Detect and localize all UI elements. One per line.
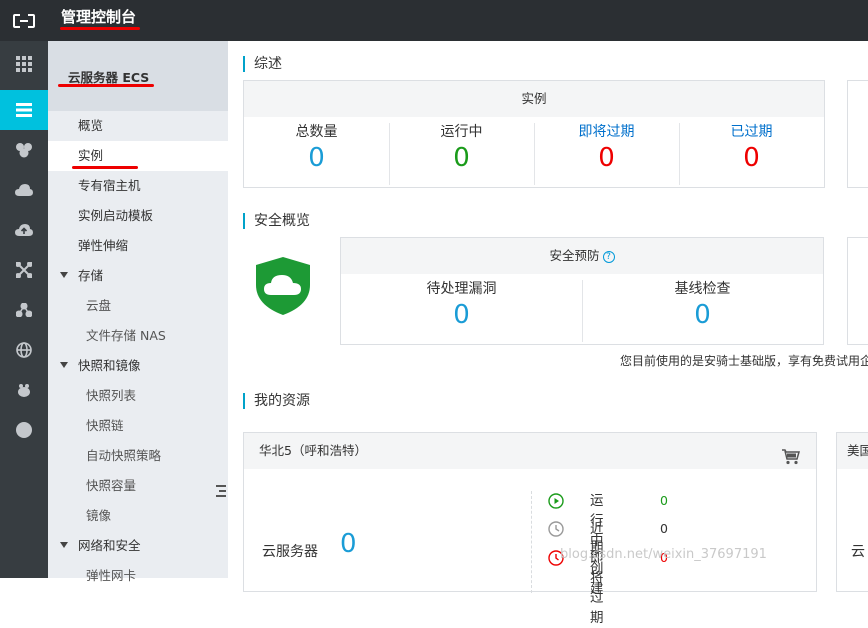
annotation-underline	[60, 27, 140, 30]
clock-icon	[548, 521, 564, 543]
stat-baseline-check[interactable]: 基线检查 0	[582, 274, 823, 342]
second-region-card: 美国 云	[836, 432, 868, 592]
globe-icon[interactable]	[0, 330, 48, 370]
nav-item-nas[interactable]: 文件存储 NAS	[48, 321, 228, 351]
cloud-gear-icon[interactable]	[0, 170, 48, 210]
watermark: blog.csdn.net/weixin_37697191	[560, 547, 767, 562]
nodes-icon[interactable]	[0, 290, 48, 330]
nav-group-storage[interactable]: 存储	[48, 261, 228, 291]
caret-down-icon	[60, 542, 68, 548]
nav-item-snapshot-chain[interactable]: 快照链	[48, 411, 228, 441]
cluster-icon[interactable]	[0, 130, 48, 170]
nav-group-network-security[interactable]: 网络和安全	[48, 531, 228, 561]
main-content: 综述 实例 总数量 0 运行中 0 即将过期 0 已过期 0 安全概览 安全预防…	[228, 41, 868, 626]
cloud-upload-icon[interactable]	[0, 210, 48, 250]
network-icon[interactable]	[0, 250, 48, 290]
server-label: 云服务器	[262, 544, 318, 560]
ecs-side-nav: 云服务器 ECS 概览 实例 专有宿主机 实例启动模板 弹性伸缩 存储 云盘 文…	[48, 41, 228, 583]
circle-icon[interactable]	[0, 410, 48, 450]
collapse-nav-toggle[interactable]	[213, 468, 229, 514]
caret-down-icon	[60, 272, 68, 278]
caret-down-icon	[60, 362, 68, 368]
stat-total[interactable]: 总数量 0	[244, 117, 389, 185]
section-title-overview: 综述	[243, 56, 282, 72]
product-icon-rail	[0, 41, 48, 578]
bug-icon[interactable]	[0, 370, 48, 410]
play-circle-icon	[548, 493, 564, 515]
shield-cloud-icon	[254, 255, 312, 321]
help-icon[interactable]: ?	[602, 251, 615, 263]
nav-item-dedicated-hosts[interactable]: 专有宿主机	[48, 171, 228, 201]
partial-card	[847, 80, 868, 188]
instance-summary-card: 实例 总数量 0 运行中 0 即将过期 0 已过期 0	[243, 80, 825, 188]
annotation-underline	[72, 166, 138, 169]
server-count[interactable]: 0	[340, 529, 357, 559]
stat-pending-vulns[interactable]: 待处理漏洞 0	[341, 274, 582, 342]
card-header: 安全预防?	[341, 238, 823, 274]
nav-group-snapshots-images[interactable]: 快照和镜像	[48, 351, 228, 381]
nav-item-cloud-disks[interactable]: 云盘	[48, 291, 228, 321]
nav-item-snapshot-list[interactable]: 快照列表	[48, 381, 228, 411]
card-header: 华北5（呼和浩特）	[244, 433, 816, 469]
nav-header: 云服务器 ECS	[48, 41, 228, 111]
region-resource-card: 华北5（呼和浩特） 云服务器 0 运行中 0 近期创建 0 即将过期 0	[243, 432, 817, 626]
security-prevention-card: 安全预防? 待处理漏洞 0 基线检查 0	[340, 237, 824, 345]
stat-expiring[interactable]: 即将过期 0	[534, 117, 679, 185]
nav-item-auto-scaling[interactable]: 弹性伸缩	[48, 231, 228, 261]
nav-item-auto-snapshot-policy[interactable]: 自动快照策略	[48, 441, 228, 471]
stat-expired[interactable]: 已过期 0	[679, 117, 824, 185]
aliyun-logo-icon[interactable]	[0, 0, 48, 41]
annotation-underline	[58, 84, 154, 87]
section-title-security: 安全概览	[243, 213, 310, 229]
cart-icon[interactable]	[782, 443, 800, 479]
card-header: 实例	[244, 81, 824, 117]
nav-item-images[interactable]: 镜像	[48, 501, 228, 531]
stat-running[interactable]: 运行中 0	[389, 117, 534, 185]
security-notice: 您目前使用的是安骑士基础版，享有免费试用企	[620, 354, 868, 368]
nav-item-overview[interactable]: 概览	[48, 111, 228, 141]
nav-item-launch-templates[interactable]: 实例启动模板	[48, 201, 228, 231]
nav-item-eni[interactable]: 弹性网卡	[48, 561, 228, 591]
console-title[interactable]: 管理控制台	[61, 6, 136, 27]
grid-icon[interactable]	[0, 44, 48, 84]
nav-item-snapshot-capacity[interactable]: 快照容量	[48, 471, 228, 501]
top-bar: 管理控制台	[0, 0, 868, 41]
partial-card	[847, 237, 868, 345]
server-icon[interactable]	[0, 90, 48, 130]
section-title-resources: 我的资源	[243, 393, 310, 409]
collapse-icon	[216, 485, 226, 497]
